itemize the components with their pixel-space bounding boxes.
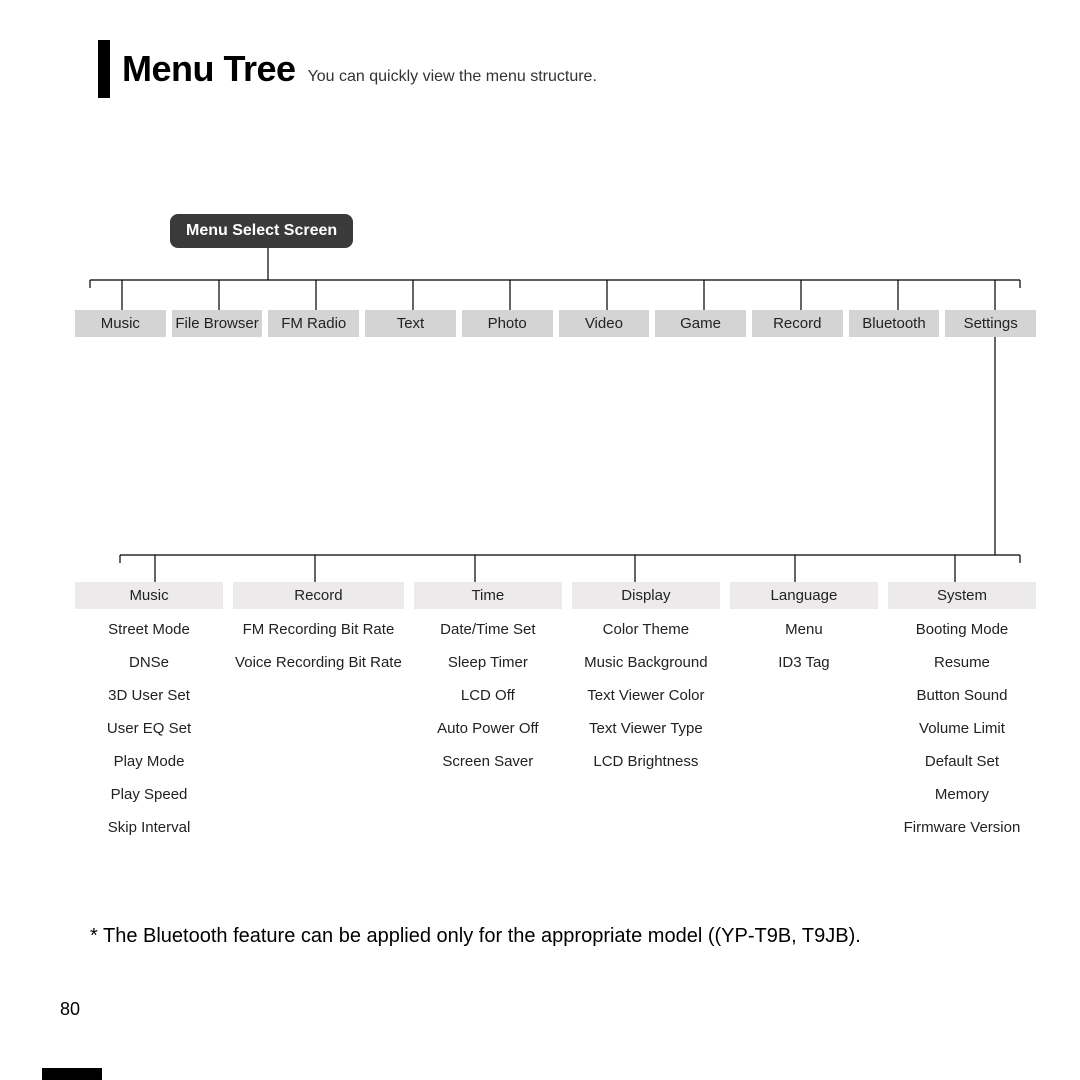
col-item: Firmware Version (888, 815, 1036, 840)
col-item: Screen Saver (414, 749, 562, 774)
col-item: Play Speed (75, 782, 223, 807)
col-music: Music Street Mode DNSe 3D User Set User … (75, 582, 223, 840)
col-item: Booting Mode (888, 617, 1036, 642)
col-item: Date/Time Set (414, 617, 562, 642)
menu-item-text: Text (365, 310, 456, 337)
col-head: Time (414, 582, 562, 609)
col-item: Memory (888, 782, 1036, 807)
col-item: LCD Brightness (572, 749, 720, 774)
bottom-decor-bar (42, 1068, 102, 1080)
col-item: Play Mode (75, 749, 223, 774)
col-item: Volume Limit (888, 716, 1036, 741)
col-language: Language Menu ID3 Tag (730, 582, 878, 840)
footnote: * The Bluetooth feature can be applied o… (90, 925, 861, 948)
col-item: DNSe (75, 650, 223, 675)
menu-item-file-browser: File Browser (172, 310, 263, 337)
col-item: Text Viewer Type (572, 716, 720, 741)
menu-item-game: Game (655, 310, 746, 337)
col-item: User EQ Set (75, 716, 223, 741)
page-number: 80 (60, 999, 80, 1020)
col-system: System Booting Mode Resume Button Sound … (888, 582, 1036, 840)
col-item: Menu (730, 617, 878, 642)
menu-item-bluetooth: Bluetooth (849, 310, 940, 337)
col-item: Resume (888, 650, 1036, 675)
col-time: Time Date/Time Set Sleep Timer LCD Off A… (414, 582, 562, 840)
col-item: Music Background (572, 650, 720, 675)
col-head: Record (233, 582, 404, 609)
col-display: Display Color Theme Music Background Tex… (572, 582, 720, 840)
col-item: FM Recording Bit Rate (233, 617, 404, 642)
col-item: Default Set (888, 749, 1036, 774)
col-item: Skip Interval (75, 815, 223, 840)
col-head: System (888, 582, 1036, 609)
col-head: Display (572, 582, 720, 609)
col-item: Color Theme (572, 617, 720, 642)
col-item: Text Viewer Color (572, 683, 720, 708)
tree-connectors (0, 0, 1080, 1080)
menu-item-settings: Settings (945, 310, 1036, 337)
section-side-bar (98, 40, 110, 98)
page-header: Menu Tree You can quickly view the menu … (122, 48, 597, 90)
menu-root-node: Menu Select Screen (170, 214, 353, 248)
col-item: Auto Power Off (414, 716, 562, 741)
menu-item-music: Music (75, 310, 166, 337)
col-item: Street Mode (75, 617, 223, 642)
col-item: LCD Off (414, 683, 562, 708)
col-head: Language (730, 582, 878, 609)
col-head: Music (75, 582, 223, 609)
col-item: 3D User Set (75, 683, 223, 708)
menu-item-fm-radio: FM Radio (268, 310, 359, 337)
menu-item-photo: Photo (462, 310, 553, 337)
col-item: Voice Recording Bit Rate (233, 650, 404, 675)
page-subtitle: You can quickly view the menu structure. (308, 68, 597, 86)
menu-item-video: Video (559, 310, 650, 337)
page-title: Menu Tree (122, 48, 296, 90)
menu-item-record: Record (752, 310, 843, 337)
col-item: Sleep Timer (414, 650, 562, 675)
col-item: Button Sound (888, 683, 1036, 708)
col-item: ID3 Tag (730, 650, 878, 675)
top-menu-row: Music File Browser FM Radio Text Photo V… (75, 310, 1036, 337)
settings-columns: Music Street Mode DNSe 3D User Set User … (75, 582, 1036, 840)
col-record: Record FM Recording Bit Rate Voice Recor… (233, 582, 404, 840)
